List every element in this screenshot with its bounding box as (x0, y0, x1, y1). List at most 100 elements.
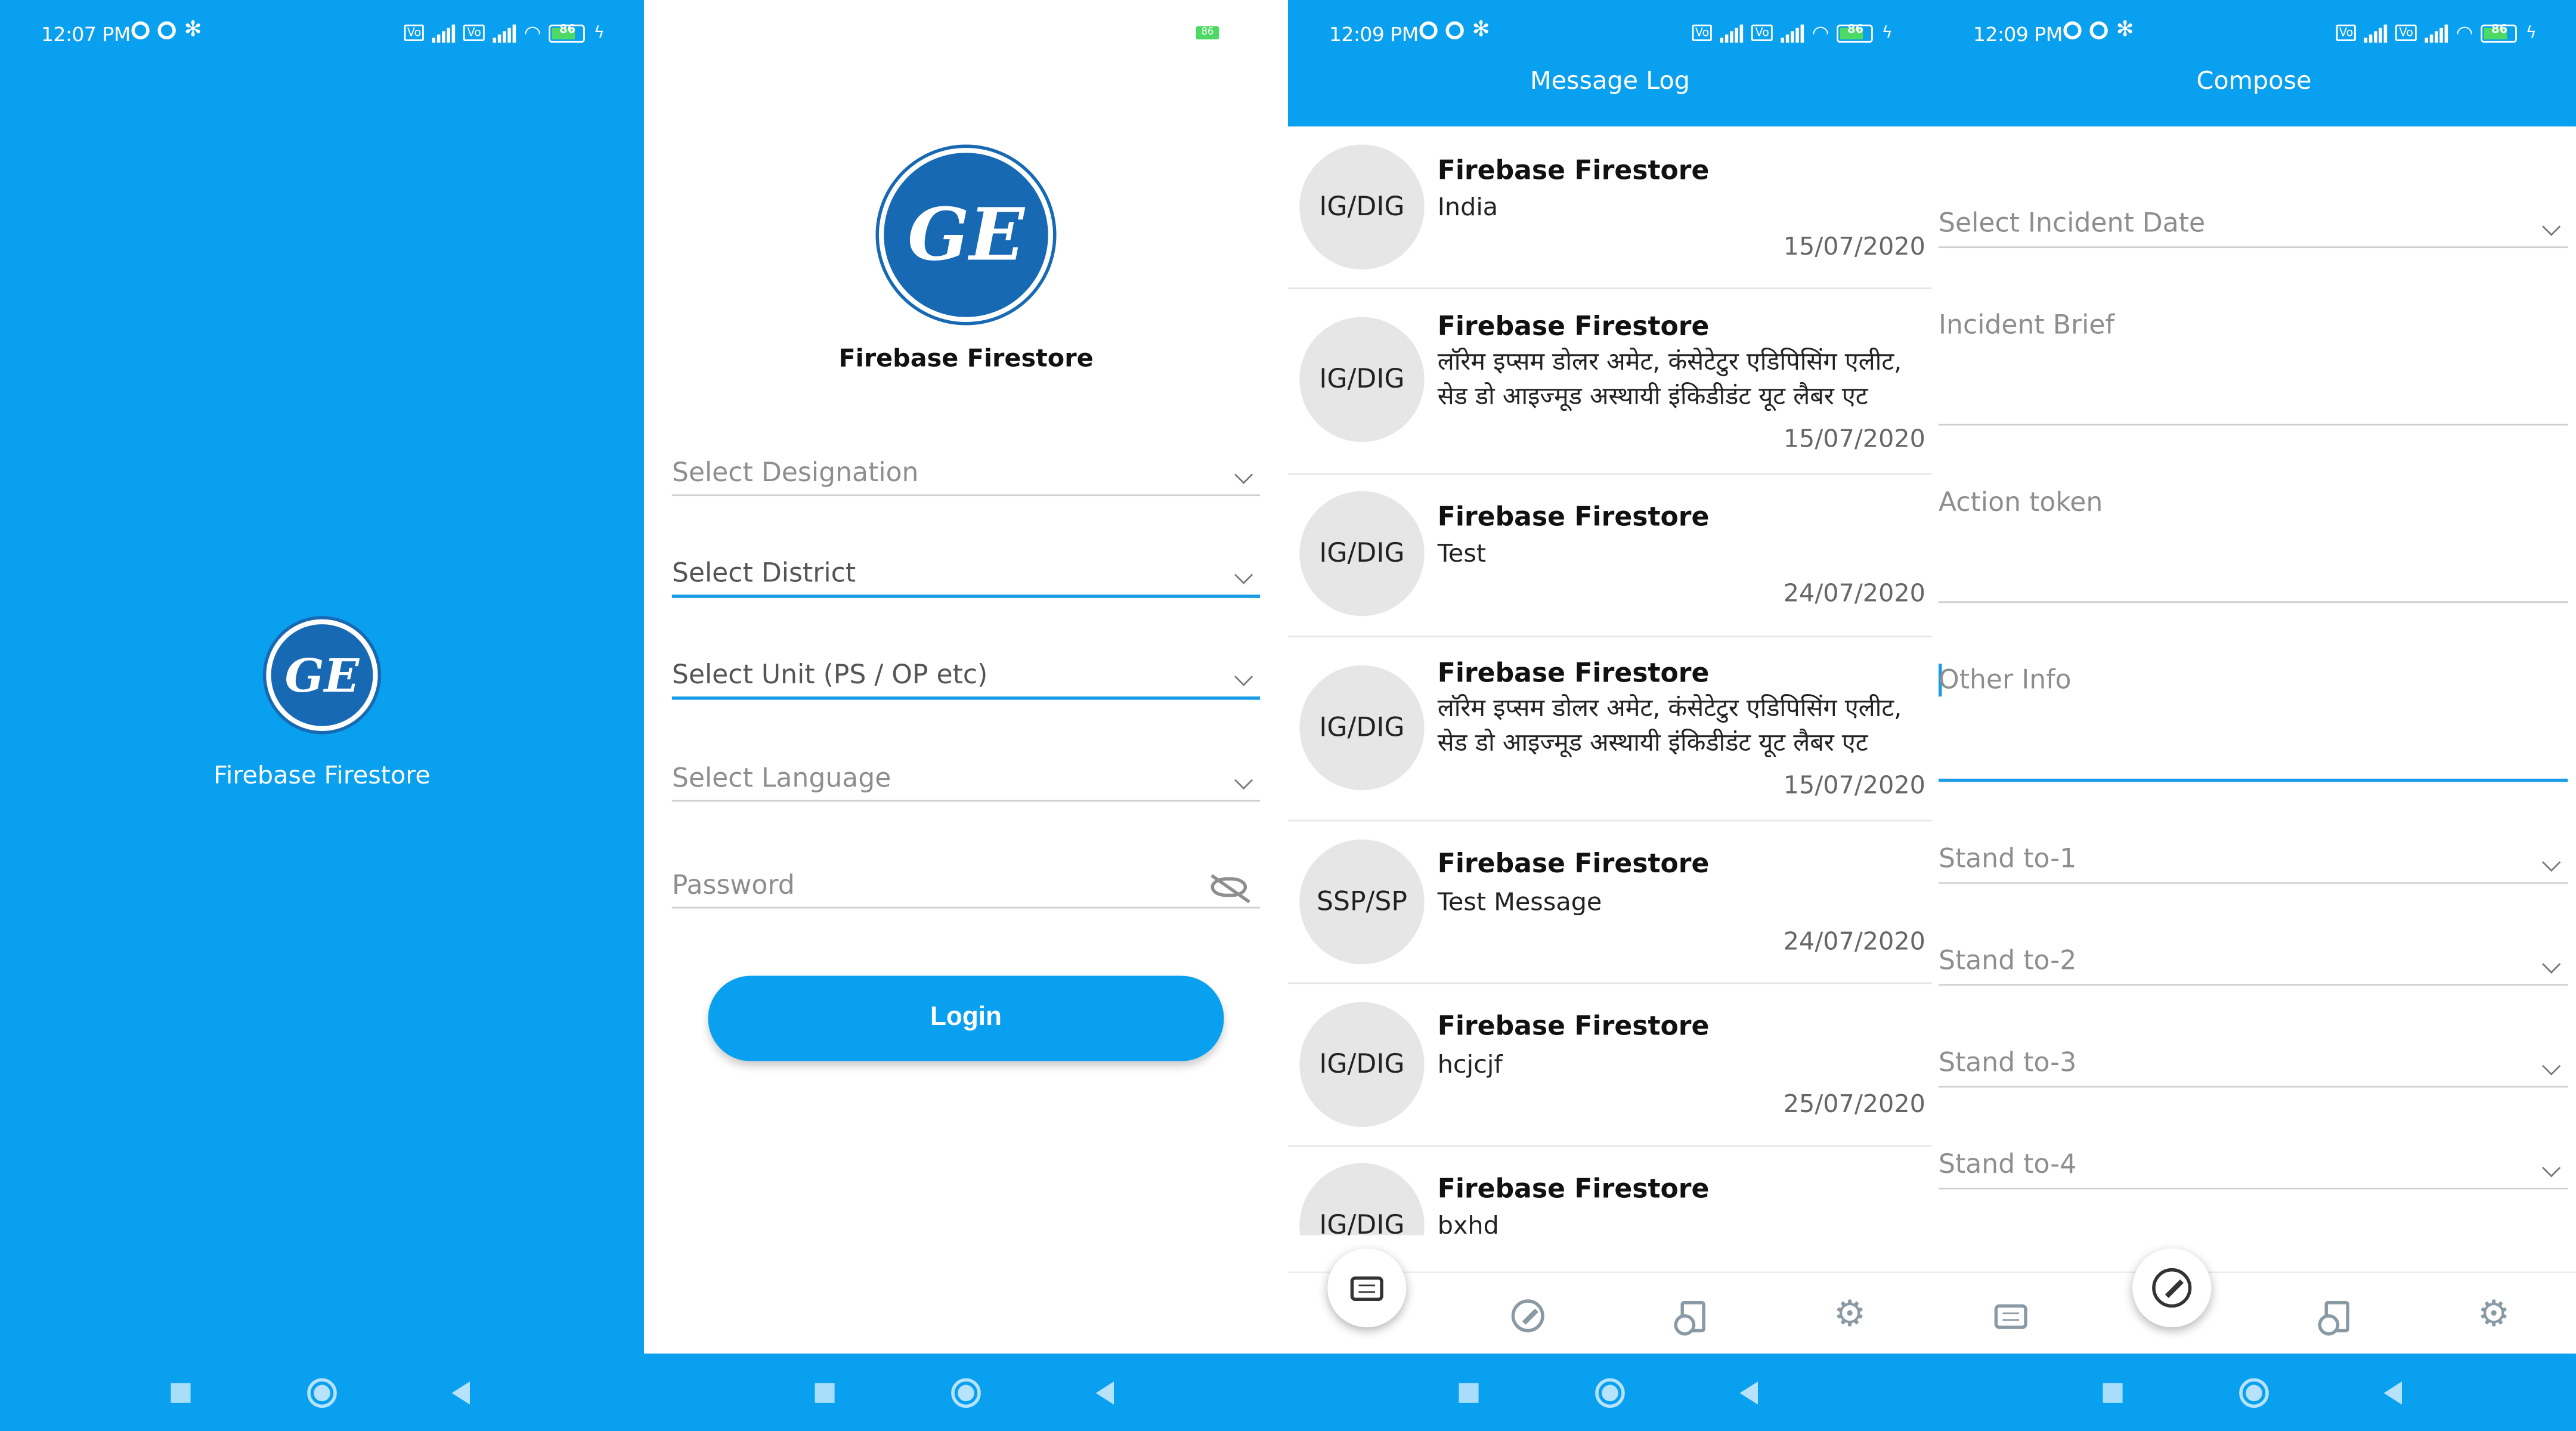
message-body: Test (1437, 538, 1487, 569)
volte-icon: Vo (404, 24, 425, 41)
app-header: 12:09 PM ✻ Vo Vo ◠ 86 ϟ Message Log (1287, 0, 1932, 127)
district-select[interactable]: Select District (671, 532, 1261, 598)
chat-icon (1350, 1275, 1383, 1300)
battery-icon: 86 (549, 22, 586, 42)
language-select[interactable]: Select Language (671, 736, 1261, 802)
login-button[interactable]: Login (708, 975, 1224, 1061)
nav-compose-button[interactable] (2132, 1248, 2212, 1328)
battery-icon: 86 (2481, 22, 2518, 42)
incident-date-select[interactable]: Select Incident Date (1939, 194, 2568, 249)
message-body: Test Message (1437, 887, 1602, 917)
list-item[interactable]: IG/DIG Firebase Firestore bxhd (1288, 1147, 1932, 1235)
message-log-screen: 12:09 PM ✻ Vo Vo ◠ 86 ϟ Message Log IG/D… (1287, 0, 1932, 1431)
system-nav-bar (0, 1353, 644, 1431)
status-time: 12:07 PM (41, 23, 131, 47)
recents-button[interactable] (815, 1383, 835, 1403)
settings-status-icon: ✻ (1472, 18, 1490, 43)
home-button[interactable] (307, 1378, 337, 1408)
system-nav-bar (1287, 1353, 1932, 1431)
back-button[interactable] (1739, 1382, 1758, 1405)
charging-icon: ϟ (2525, 23, 2537, 42)
list-item[interactable]: IG/DIG Firebase Firestore India 15/07/20… (1287, 126, 1932, 289)
document-icon (1673, 1300, 1705, 1335)
list-item[interactable]: IG/DIG Firebase Firestore लॉरेम इप्सम डो… (1287, 637, 1932, 822)
back-button[interactable] (1095, 1382, 1114, 1405)
list-item[interactable]: SSP/SP Firebase Firestore Test Message 2… (1287, 822, 1932, 984)
avatar: SSP/SP (1299, 839, 1425, 965)
charging-icon: ϟ (1881, 23, 1893, 42)
status-bar: 12:07 PM ✻ Vo Vo ◠ 86 ϟ (0, 0, 644, 69)
signal-icon (2364, 23, 2388, 42)
other-info-field[interactable]: Other Info (1939, 648, 2568, 782)
message-body: India (1437, 192, 1498, 222)
nav-compose-button[interactable] (1510, 1298, 1546, 1334)
list-item[interactable]: IG/DIG Firebase Firestore लॉरेम इप्सम डो… (1287, 289, 1932, 475)
chevron-down-icon (2542, 955, 2561, 974)
avatar: IG/DIG (1299, 665, 1425, 791)
edit-icon (2152, 1268, 2192, 1308)
action-token-field[interactable]: Action token (1939, 470, 2568, 603)
list-item[interactable]: IG/DIG Firebase Firestore hcjcjf 25/07/2… (1287, 984, 1932, 1147)
message-sender: Firebase Firestore (1437, 1010, 1710, 1042)
back-button[interactable] (451, 1382, 470, 1405)
message-date: 15/07/2020 (1783, 770, 1925, 800)
avatar: IG/DIG (1299, 1002, 1425, 1127)
system-nav-bar (643, 1353, 1288, 1431)
page-title: Message Log (1530, 66, 1690, 95)
recents-button[interactable] (171, 1383, 191, 1403)
message-date: 15/07/2020 (1783, 231, 1925, 262)
volte-icon: Vo (2395, 24, 2417, 41)
message-date: 15/07/2020 (1783, 423, 1925, 454)
notification-icon (157, 21, 176, 40)
chevron-down-icon (1234, 465, 1253, 484)
document-icon (2317, 1300, 2349, 1335)
message-sender: Firebase Firestore (1437, 847, 1710, 879)
home-button[interactable] (1595, 1378, 1625, 1408)
message-list: IG/DIG Firebase Firestore India 15/07/20… (1287, 126, 1932, 1235)
chevron-down-icon (2542, 1159, 2561, 1178)
splash-screen: 12:07 PM ✻ Vo Vo ◠ 86 ϟ GE Firebase Fire… (0, 0, 644, 1431)
nav-reports-button[interactable] (1673, 1298, 1710, 1335)
nav-reports-button[interactable] (2317, 1298, 2354, 1335)
password-field[interactable]: Password (671, 843, 1261, 909)
message-sender: Firebase Firestore (1437, 1173, 1710, 1204)
wifi-icon: ◠ (524, 21, 541, 45)
list-item[interactable]: IG/DIG Firebase Firestore Test 24/07/202… (1287, 475, 1932, 637)
app-name: Firebase Firestore (213, 760, 431, 791)
recents-button[interactable] (2103, 1383, 2123, 1403)
back-button[interactable] (2383, 1382, 2402, 1405)
volte-icon: Vo (1692, 24, 1713, 41)
signal-icon (1781, 23, 1804, 42)
edit-icon (1511, 1299, 1544, 1333)
notification-icon (131, 21, 150, 40)
recents-button[interactable] (1459, 1383, 1479, 1403)
screenshot-stage: 12:07 PM ✻ Vo Vo ◠ 86 ϟ GE Firebase Fire… (0, 0, 2576, 1431)
settings-icon: ⚙ (1834, 1294, 1866, 1336)
bottom-nav: ⚙ (1931, 1235, 2576, 1354)
home-button[interactable] (951, 1378, 981, 1408)
volte-icon: Vo (2336, 24, 2357, 41)
nav-settings-button[interactable]: ⚙ (1832, 1294, 1868, 1336)
nav-settings-button[interactable]: ⚙ (2476, 1297, 2512, 1334)
unit-select[interactable]: Select Unit (PS / OP etc) (671, 634, 1261, 700)
visibility-off-icon[interactable] (1210, 877, 1247, 897)
stand-to-1-select[interactable]: Stand to-1 (1939, 826, 2568, 884)
incident-brief-field[interactable]: Incident Brief (1939, 292, 2568, 426)
notification-icon (1445, 21, 1464, 40)
stand-to-3-select[interactable]: Stand to-3 (1939, 1030, 2568, 1088)
notification-icon (1419, 21, 1438, 40)
app-name: Firebase Firestore (838, 343, 1094, 373)
message-body: bxhd (1437, 1210, 1499, 1235)
nav-messages-button[interactable] (1993, 1298, 2029, 1334)
stand-to-4-select[interactable]: Stand to-4 (1939, 1132, 2568, 1190)
chevron-down-icon (1234, 565, 1253, 584)
stand-to-2-select[interactable]: Stand to-2 (1939, 928, 2568, 986)
nav-messages-button[interactable] (1327, 1248, 1407, 1328)
notification-icon (2063, 21, 2082, 40)
message-sender: Firebase Firestore (1437, 657, 1710, 689)
home-button[interactable] (2239, 1378, 2269, 1408)
system-nav-bar (1931, 1353, 2576, 1431)
message-sender: Firebase Firestore (1437, 501, 1710, 532)
chevron-down-icon (1234, 771, 1253, 790)
designation-select[interactable]: Select Designation (671, 430, 1261, 497)
